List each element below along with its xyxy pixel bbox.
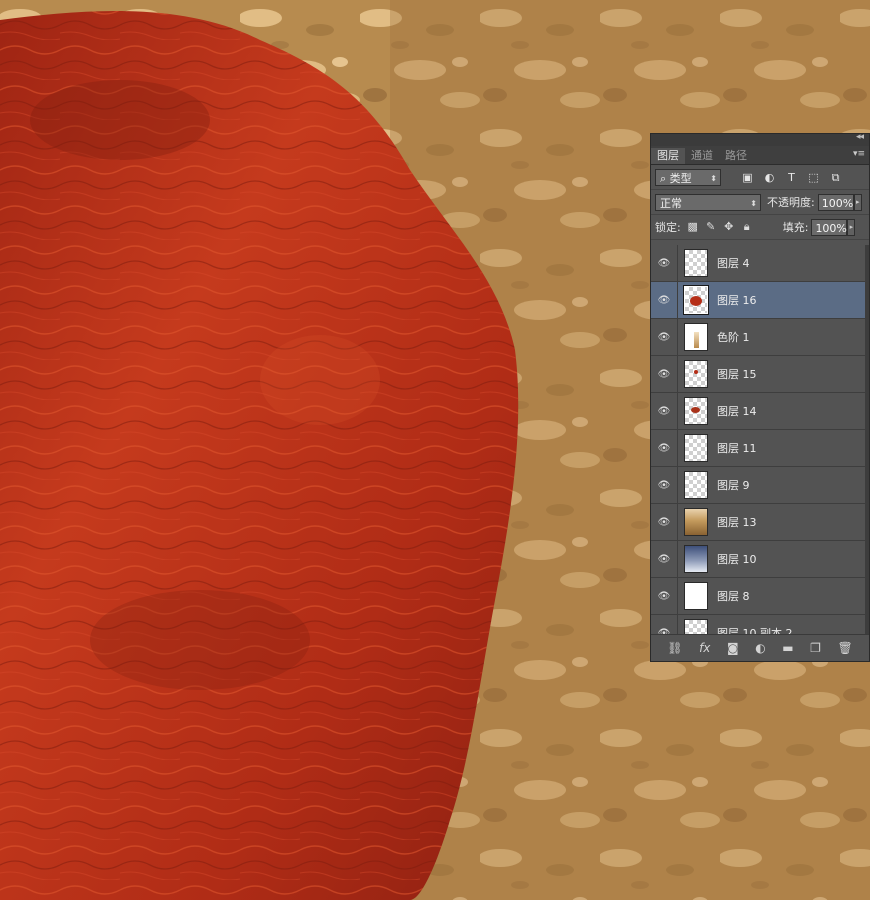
lock-transparent-icon[interactable]: ▩: [687, 221, 699, 233]
opacity-label: 不透明度:: [767, 196, 815, 209]
trash-icon[interactable]: 🗑︎: [837, 641, 852, 655]
layer-thumbnail: [684, 471, 708, 499]
eye-icon[interactable]: 👁︎: [651, 295, 677, 306]
layer-row[interactable]: 👁︎ 图层 15: [651, 355, 867, 393]
lock-row: 锁定: ▩ ✎ ✥ 🔒︎ 填充: 100% ▸: [651, 215, 869, 240]
layer-name: 色阶 1: [717, 331, 750, 344]
layer-thumbnail: [684, 545, 708, 573]
new-layer-icon[interactable]: ❐: [810, 641, 821, 655]
layer-thumbnail: [684, 397, 708, 425]
layer-name: 图层 11: [717, 442, 757, 455]
layer-row[interactable]: 👁︎ 图层 11: [651, 429, 867, 467]
layer-name: 图层 9: [717, 479, 750, 492]
filter-kind-value: 类型: [669, 171, 692, 185]
mask-icon[interactable]: ◙: [727, 641, 739, 655]
layer-name: 图层 8: [717, 590, 750, 603]
layer-name: 图层 10 副本 2: [717, 627, 793, 634]
layer-name: 图层 4: [717, 257, 750, 270]
blend-row: 正常 ⬍ 不透明度: 100% ▸: [651, 190, 869, 215]
layer-thumbnail: [684, 360, 708, 388]
layer-row[interactable]: 👁︎ 图层 13: [651, 503, 867, 541]
layer-name: 图层 10: [717, 553, 757, 566]
lock-all-icon[interactable]: 🔒︎: [741, 221, 753, 233]
layer-name: 图层 16: [717, 294, 757, 307]
layer-thumbnail: [684, 249, 708, 277]
filter-kind-dropdown[interactable]: ⌕ 类型 ⬍: [655, 168, 721, 186]
layer-row[interactable]: 👁︎ 图层 10 副本 2: [651, 614, 867, 634]
eye-icon[interactable]: 👁︎: [651, 369, 677, 380]
updown-arrow-icon: ⬍: [750, 198, 757, 208]
lock-position-icon[interactable]: ✥: [723, 221, 735, 233]
lock-label: 锁定:: [655, 221, 681, 234]
layer-name: 图层 14: [717, 405, 757, 418]
eye-icon[interactable]: 👁︎: [651, 406, 677, 417]
blend-mode-value: 正常: [660, 196, 682, 210]
opacity-stepper[interactable]: ▸: [853, 193, 862, 211]
eye-icon[interactable]: 👁︎: [651, 554, 677, 565]
layer-thumbnail: [684, 619, 708, 634]
search-icon: ⌕: [660, 171, 670, 185]
tab-paths[interactable]: 路径: [719, 148, 753, 164]
layer-row[interactable]: 👁︎ 色阶 1: [651, 318, 867, 356]
layer-row[interactable]: 👁︎ 图层 4: [651, 245, 867, 282]
updown-arrow-icon: ⬍: [710, 173, 717, 183]
tab-layers[interactable]: 图层: [651, 148, 685, 164]
layer-thumbnail: [683, 285, 709, 315]
layer-list[interactable]: 👁︎ 图层 4 👁︎ 图层 16 👁︎ 色阶 1 👁︎ 图层 15 👁︎ 图层 …: [651, 245, 867, 634]
fill-label: 填充:: [782, 221, 809, 234]
eye-icon[interactable]: 👁︎: [651, 480, 677, 491]
lock-paint-icon[interactable]: ✎: [705, 221, 717, 233]
layer-row[interactable]: 👁︎ 图层 14: [651, 392, 867, 430]
fill-field[interactable]: 100%: [811, 218, 848, 236]
layer-list-scrollbar[interactable]: [865, 245, 869, 634]
layer-row[interactable]: 👁︎ 图层 8: [651, 577, 867, 615]
layer-row[interactable]: 👁︎ 图层 10: [651, 540, 867, 578]
eye-icon[interactable]: 👁︎: [651, 258, 677, 269]
layer-thumbnail: [684, 434, 708, 462]
eye-icon[interactable]: 👁︎: [651, 443, 677, 454]
filter-row: ⌕ 类型 ⬍ ▣ ◐ T ⬚ ⧉: [651, 165, 869, 190]
layer-name: 图层 15: [717, 368, 757, 381]
eye-icon[interactable]: 👁︎: [651, 332, 677, 343]
fx-icon[interactable]: fx: [699, 641, 710, 655]
layer-thumbnail: [684, 582, 708, 610]
layer-thumbnail: [684, 508, 708, 536]
panel-footer: ⛓ fx ◙ ◐ ▬ ❐ 🗑︎: [651, 634, 869, 661]
panel-collapse-bar[interactable]: ◂◂: [651, 132, 869, 146]
blend-mode-dropdown[interactable]: 正常 ⬍: [655, 193, 761, 211]
link-icon[interactable]: ⛓: [667, 641, 682, 655]
layer-row[interactable]: 👁︎ 图层 16: [651, 281, 867, 319]
layer-thumbnail: [684, 323, 708, 351]
shape-filter-icon[interactable]: ⬚: [807, 171, 820, 184]
tab-channels[interactable]: 通道: [685, 148, 719, 164]
type-filter-icon[interactable]: T: [785, 171, 798, 184]
adjustment-layer-icon[interactable]: ◐: [755, 641, 765, 655]
fill-stepper[interactable]: ▸: [847, 218, 856, 236]
image-filter-icon[interactable]: ▣: [741, 171, 754, 184]
adjustment-filter-icon[interactable]: ◐: [763, 171, 776, 184]
panel-tabs: 图层 通道 路径 ▾≡: [651, 146, 869, 165]
eye-icon[interactable]: 👁︎: [651, 591, 677, 602]
layer-row[interactable]: 👁︎ 图层 9: [651, 466, 867, 504]
eye-icon[interactable]: 👁︎: [651, 517, 677, 528]
opacity-field[interactable]: 100%: [817, 193, 854, 211]
smart-object-filter-icon[interactable]: ⧉: [829, 171, 842, 184]
layers-panel: ◂◂ 图层 通道 路径 ▾≡ ⌕ 类型 ⬍ ▣ ◐ T ⬚ ⧉ 正常 ⬍ 不透明度:…: [650, 132, 870, 662]
panel-menu-icon[interactable]: ▾≡: [853, 149, 865, 159]
collapse-icon[interactable]: ◂◂: [856, 132, 864, 142]
group-folder-icon[interactable]: ▬: [782, 641, 793, 655]
layer-name: 图层 13: [717, 516, 757, 529]
